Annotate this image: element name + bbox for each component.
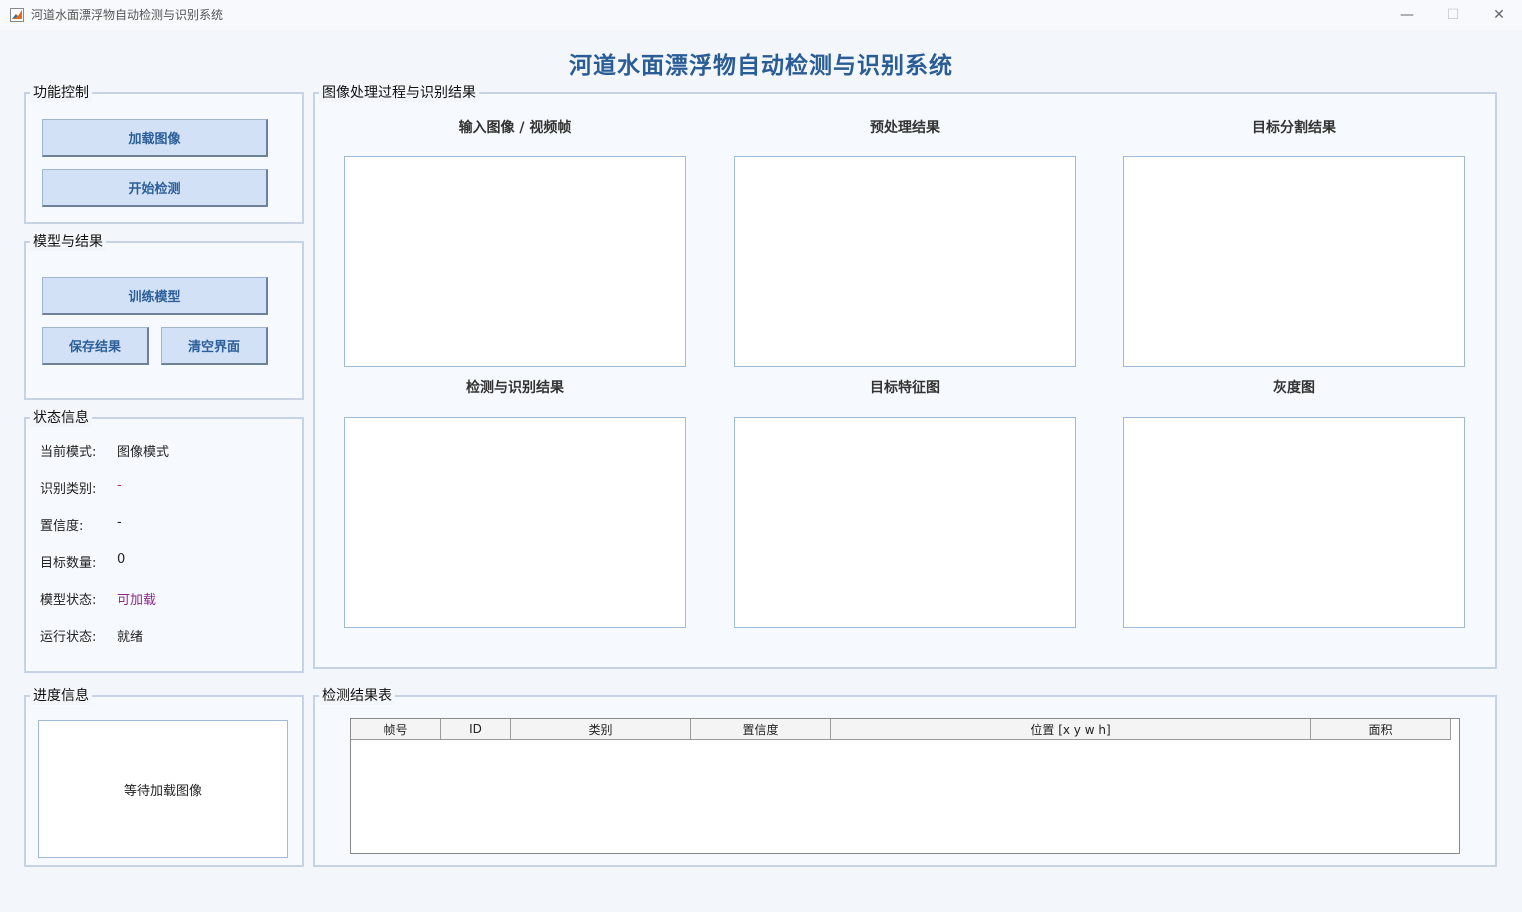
progress-panel: 进度信息 等待加载图像 bbox=[24, 687, 304, 867]
caption-feature-map: 目标特征图 bbox=[870, 380, 940, 396]
clear-ui-button[interactable]: 清空界面 bbox=[161, 327, 268, 365]
caption-preprocess: 预处理结果 bbox=[870, 120, 940, 136]
save-result-button[interactable]: 保存结果 bbox=[42, 327, 149, 365]
status-value: - bbox=[117, 515, 122, 530]
window-titlebar: 河道水面漂浮物自动检测与识别系统 — ☐ ✕ bbox=[0, 0, 1522, 30]
input-image-axes bbox=[344, 156, 686, 367]
close-button[interactable]: ✕ bbox=[1476, 0, 1522, 30]
matlab-app-icon bbox=[10, 8, 24, 22]
caption-grayscale: 灰度图 bbox=[1273, 380, 1315, 396]
status-label: 识别类别: bbox=[40, 482, 97, 497]
load-image-button[interactable]: 加载图像 bbox=[42, 119, 268, 157]
progress-title: 进度信息 bbox=[30, 687, 92, 705]
page-title: 河道水面漂浮物自动检测与识别系统 bbox=[569, 53, 953, 79]
image-process-title: 图像处理过程与识别结果 bbox=[319, 84, 479, 102]
detection-image-axes bbox=[344, 417, 686, 628]
status-title: 状态信息 bbox=[30, 409, 92, 427]
column-header-position[interactable]: 位置 [x y w h] bbox=[831, 719, 1311, 740]
status-label: 当前模式: bbox=[40, 445, 97, 460]
column-header-class[interactable]: 类别 bbox=[511, 719, 691, 740]
column-header-id[interactable]: ID bbox=[441, 719, 511, 740]
status-label: 目标数量: bbox=[40, 556, 97, 571]
progress-message: 等待加载图像 bbox=[123, 783, 202, 799]
train-model-button[interactable]: 训练模型 bbox=[42, 277, 268, 315]
status-panel: 状态信息 当前模式: 图像模式 识别类别: - 置信度: - 目标数量: 0 模… bbox=[24, 409, 304, 673]
status-value: 0 bbox=[117, 552, 126, 567]
model-result-title: 模型与结果 bbox=[30, 233, 106, 251]
preprocess-image-axes bbox=[734, 156, 1076, 367]
minimize-button[interactable]: — bbox=[1384, 0, 1430, 30]
status-label: 运行状态: bbox=[40, 630, 97, 645]
window-title: 河道水面漂浮物自动检测与识别系统 bbox=[31, 8, 224, 22]
results-table-panel: 检测结果表 帧号 ID 类别 置信度 位置 [x y w h] 面积 bbox=[313, 687, 1497, 867]
table-header: 帧号 ID 类别 置信度 位置 [x y w h] 面积 bbox=[351, 719, 1451, 740]
results-table[interactable]: 帧号 ID 类别 置信度 位置 [x y w h] 面积 bbox=[350, 718, 1460, 854]
function-control-title: 功能控制 bbox=[30, 84, 92, 102]
status-label: 置信度: bbox=[40, 519, 84, 534]
start-detect-button[interactable]: 开始检测 bbox=[42, 169, 268, 207]
caption-segmentation: 目标分割结果 bbox=[1252, 120, 1336, 136]
column-header-confidence[interactable]: 置信度 bbox=[691, 719, 831, 740]
status-value: - bbox=[117, 478, 122, 493]
segmentation-image-axes bbox=[1123, 156, 1465, 367]
caption-detection: 检测与识别结果 bbox=[466, 380, 564, 396]
model-result-panel: 模型与结果 训练模型 保存结果 清空界面 bbox=[24, 233, 304, 400]
results-table-title: 检测结果表 bbox=[319, 687, 395, 705]
status-label: 模型状态: bbox=[40, 593, 97, 608]
function-control-panel: 功能控制 加载图像 开始检测 bbox=[24, 84, 304, 224]
caption-input-image: 输入图像 / 视频帧 bbox=[458, 120, 572, 136]
maximize-button[interactable]: ☐ bbox=[1430, 0, 1476, 30]
progress-message-box: 等待加载图像 bbox=[38, 720, 288, 858]
status-value: 就绪 bbox=[117, 630, 144, 645]
feature-map-axes bbox=[734, 417, 1076, 628]
column-header-area[interactable]: 面积 bbox=[1311, 719, 1451, 740]
column-header-frame[interactable]: 帧号 bbox=[351, 719, 441, 740]
image-process-panel: 图像处理过程与识别结果 输入图像 / 视频帧 预处理结果 目标分割结果 检测与识… bbox=[313, 84, 1497, 669]
status-value: 可加载 bbox=[117, 593, 157, 608]
status-value: 图像模式 bbox=[117, 445, 170, 460]
grayscale-image-axes bbox=[1123, 417, 1465, 628]
